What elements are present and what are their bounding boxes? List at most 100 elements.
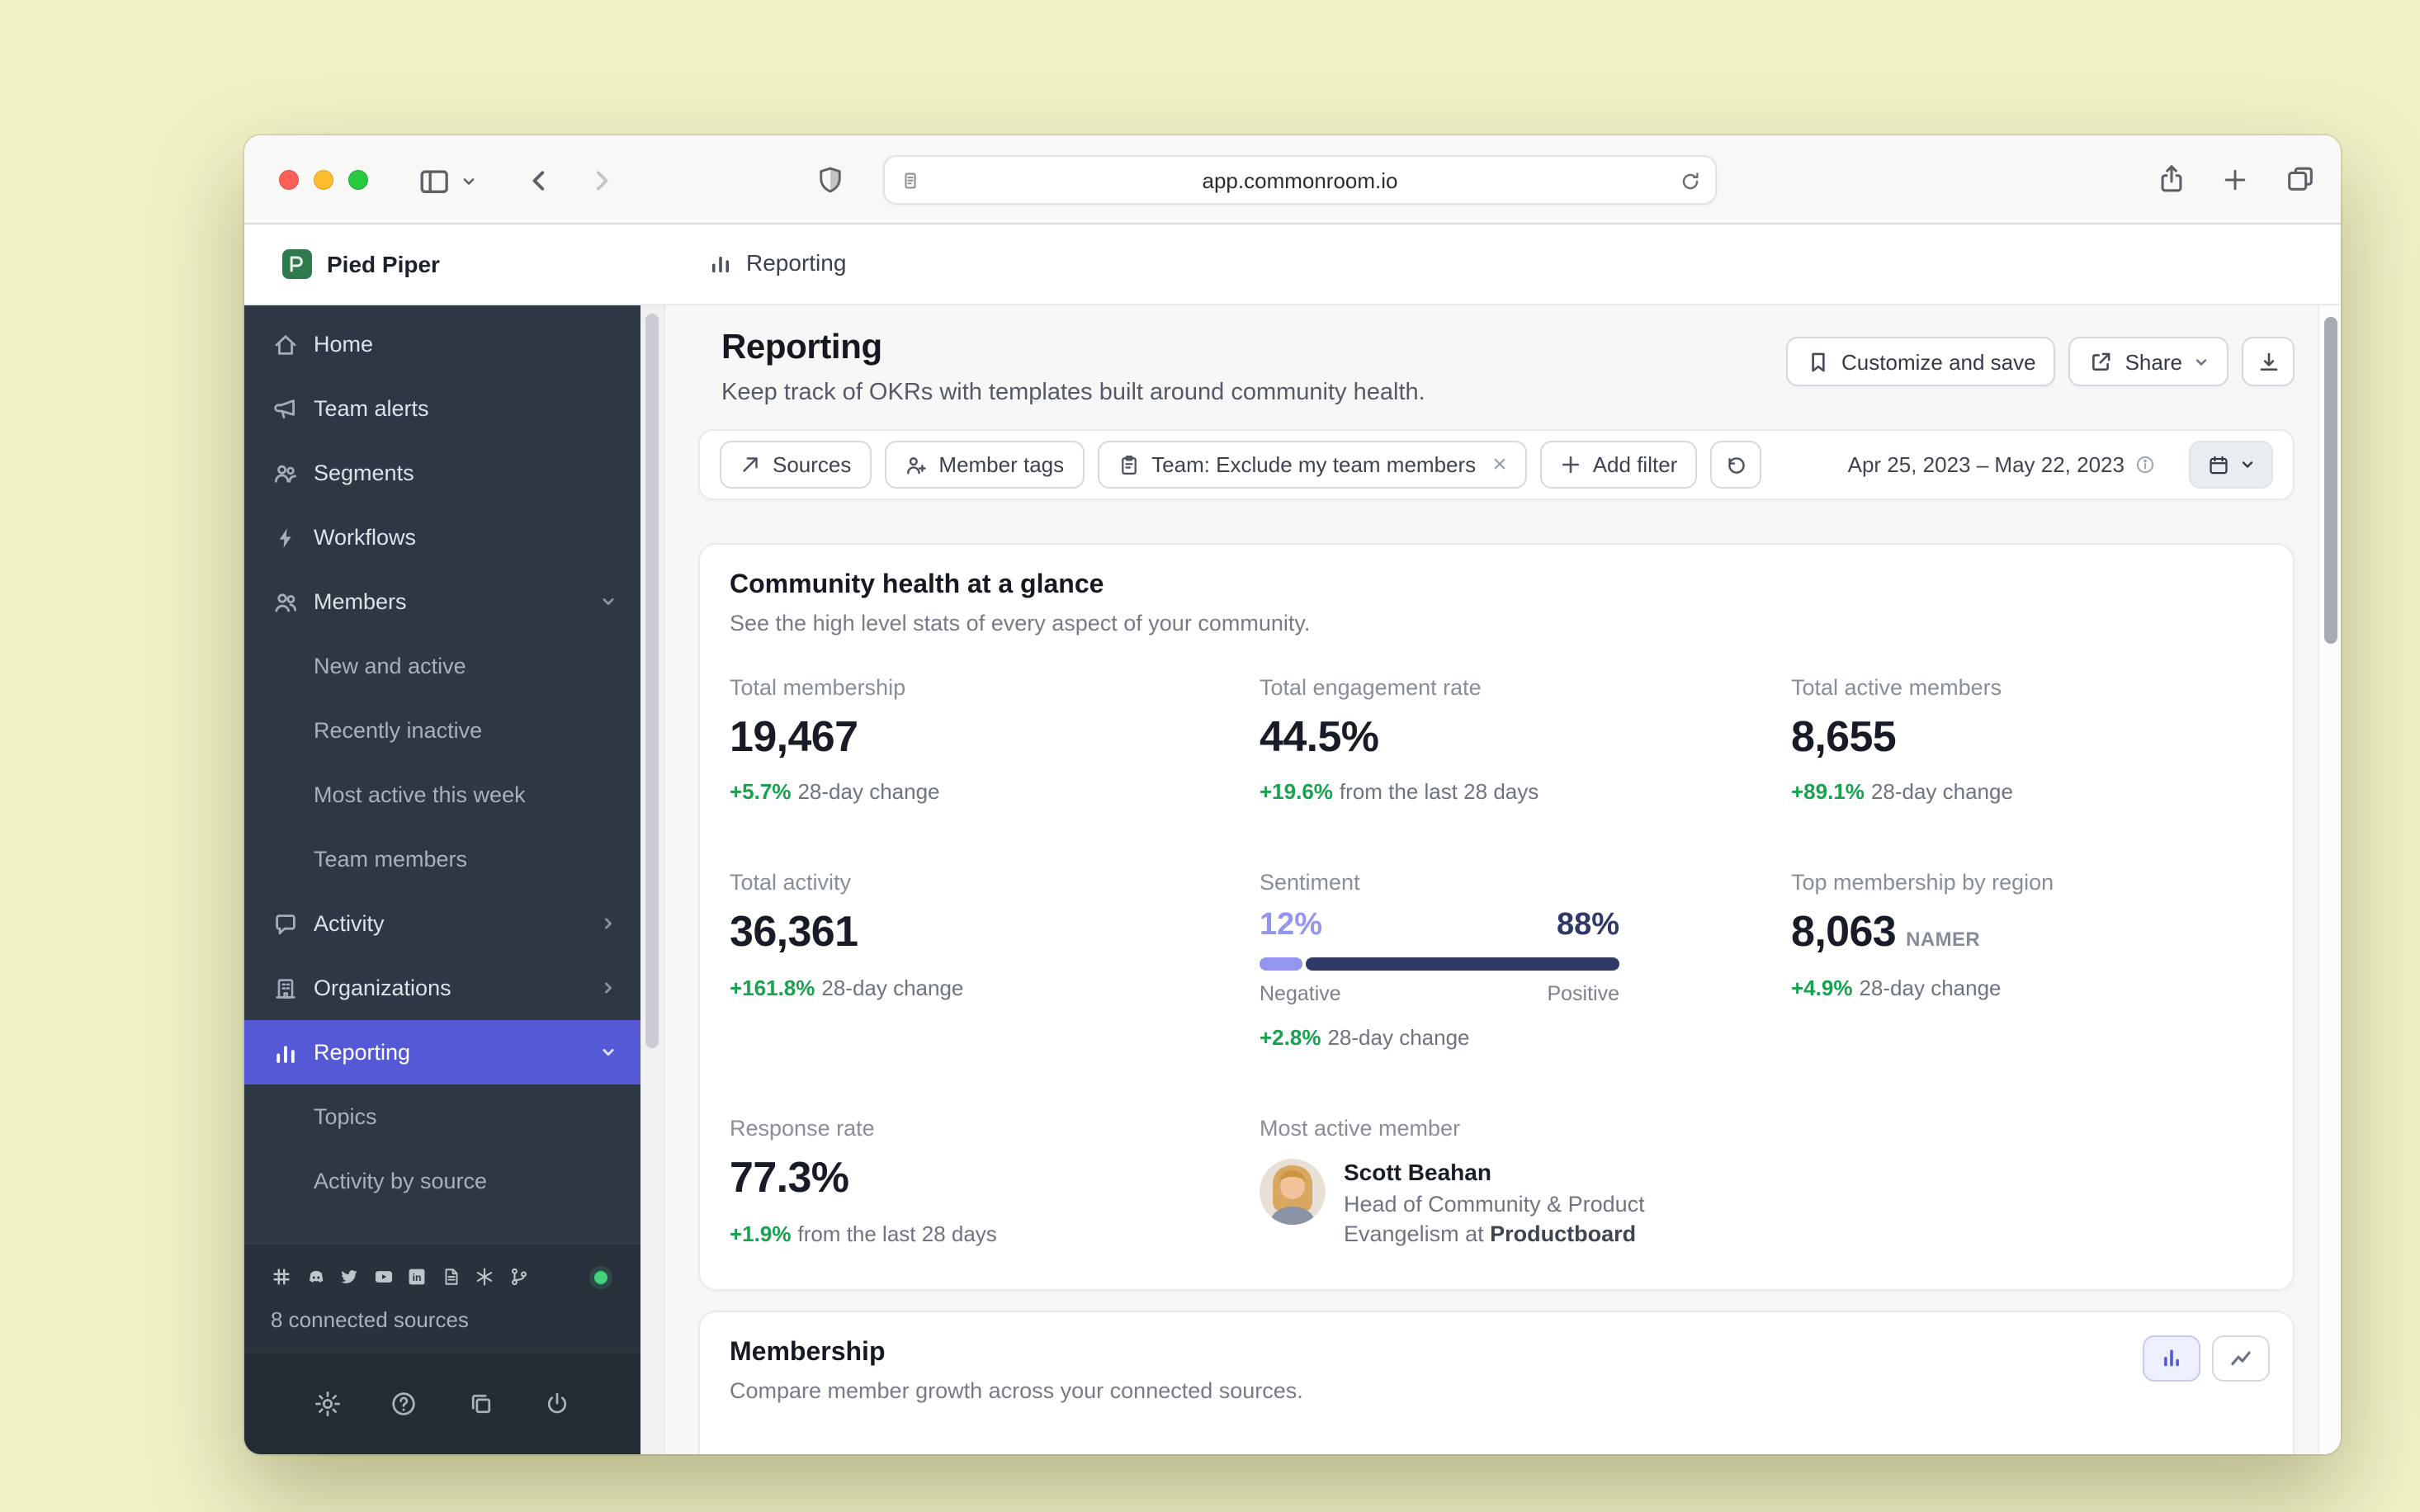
close-window-button[interactable] [279,170,299,190]
member-role-line1: Head of Community & Product [1344,1192,1645,1217]
member-tags-icon [906,456,926,474]
sidebar-item-most-active-this-week[interactable]: Most active this week [244,763,640,827]
url-text: app.commonroom.io [1202,168,1398,192]
source-discord-icon [309,1270,323,1283]
team-filter-chip[interactable]: Team: Exclude my team members × [1097,441,1527,489]
main-scrollbar-thumb[interactable] [2324,317,2337,644]
sidebar-item-members[interactable]: Members [244,569,640,634]
sidebar-item-label: Reporting [314,1040,411,1065]
window-controls [279,170,368,190]
line-chart-toggle-button[interactable] [2212,1335,2270,1382]
connected-sources-count: 8 connected sources [271,1307,469,1332]
member-company: Productboard [1490,1221,1637,1247]
sidebar-item-label: Recently inactive [314,718,483,743]
stat-delta-note: 28-day change [1327,1025,1470,1051]
stat-value: 77.3% [730,1152,849,1203]
chevron-down-icon [603,598,614,605]
card-subtitle: See the high level stats of every aspect… [730,611,1311,636]
address-bar[interactable]: app.commonroom.io [883,155,1717,205]
sidebar-item-recently-inactive[interactable]: Recently inactive [244,698,640,763]
sentiment-negative-label: Negative [1260,982,1341,1006]
date-range: Apr 25, 2023 – May 22, 2023 [1848,452,2156,477]
forward-button[interactable] [588,167,616,195]
sources-filter-button[interactable]: Sources [720,441,872,489]
sidebar-item-new-and-active[interactable]: New and active [244,634,640,698]
page-icon [900,170,921,191]
customize-and-save-button[interactable]: Customize and save [1785,337,2056,386]
gear-icon[interactable] [314,1390,342,1418]
workspace-name[interactable]: Pied Piper [327,251,440,277]
download-icon [2259,352,2277,370]
sidebar-item-topics[interactable]: Topics [244,1084,640,1149]
desktop: app.commonroom.io Pied Piper Reporting H… [0,0,2420,1512]
sidebar-menu-chevron-icon[interactable] [461,173,477,190]
sidebar-item-home[interactable]: Home [244,312,640,376]
clipboard-icon [1121,455,1136,474]
sidebar-item-workflows[interactable]: Workflows [244,505,640,569]
source-youtube-icon [374,1271,392,1283]
copy-icon[interactable] [466,1390,494,1418]
chevron-right-icon [605,982,612,994]
line-chart-icon [2231,1352,2251,1366]
privacy-shield-icon[interactable] [815,165,845,195]
reload-icon[interactable] [1679,170,1702,193]
stat-value: 19,467 [730,711,858,761]
help-icon[interactable] [390,1390,418,1418]
sentiment-positive-label: Positive [1547,982,1619,1006]
stat-delta-note: from the last 28 days [797,1221,997,1246]
share-icon[interactable] [2156,163,2187,195]
workspace-logo[interactable] [282,249,312,279]
membership-card: Membership Compare member growth across … [698,1310,2295,1454]
page-actions: Customize and save Share [1785,337,2295,386]
stat-delta-note: 28-day change [1870,779,2013,805]
sources-filter-label: Sources [773,452,852,477]
power-icon[interactable] [543,1390,571,1418]
minimize-window-button[interactable] [314,170,333,190]
sidebar-item-reporting[interactable]: Reporting [244,1020,640,1084]
calendar-picker-button[interactable] [2189,441,2273,489]
sidebar-item-label: Segments [314,461,414,485]
bookmark-icon [1811,352,1824,371]
sidebar: Home Team alerts Segments Workflows Memb… [244,305,640,1454]
stat-delta: +19.6% [1260,779,1333,805]
zoom-window-button[interactable] [348,170,368,190]
connected-sources-panel: in 8 connected sources [244,1243,640,1352]
bar-chart-toggle-button[interactable] [2143,1335,2200,1382]
date-range-label: Apr 25, 2023 – May 22, 2023 [1847,452,2125,477]
add-filter-button[interactable]: Add filter [1539,441,1698,489]
sidebar-item-organizations[interactable]: Organizations [244,956,640,1020]
stat-delta: +2.8% [1260,1025,1321,1051]
sidebar-item-activity-by-source[interactable]: Activity by source [244,1149,640,1213]
remove-filter-icon[interactable]: × [1492,452,1507,477]
share-button[interactable]: Share [2068,337,2229,386]
main-content: Reporting Keep track of OKRs with templa… [665,305,2318,1454]
download-button[interactable] [2242,337,2295,386]
chat-icon [276,914,295,934]
member-name[interactable]: Scott Beahan [1344,1160,1645,1186]
sidebar-item-team-members[interactable]: Team members [244,827,640,891]
info-icon[interactable] [2134,454,2156,475]
stat-total-membership: Total membership 19,467 +5.7% 28-day chan… [730,675,1260,805]
sidebar-item-activity[interactable]: Activity [244,891,640,956]
sidebar-item-segments[interactable]: Segments [244,441,640,505]
sidebar-toggle-icon[interactable] [418,165,449,196]
bar-chart-icon [277,1045,295,1062]
stat-label: Total active members [1791,675,2002,700]
new-tab-icon[interactable] [2222,167,2248,193]
sentiment-negative-percent: 12% [1260,908,1323,943]
sidebar-scrollbar-thumb[interactable] [645,314,659,1048]
sentiment-positive-percent: 88% [1556,908,1619,943]
tab-overview-icon[interactable] [2285,163,2316,195]
back-button[interactable] [525,167,553,195]
sidebar-item-team-alerts[interactable]: Team alerts [244,376,640,441]
stat-label: Response rate [730,1116,875,1141]
sidebar-scrollbar-track [640,305,665,1454]
browser-window: app.commonroom.io Pied Piper Reporting H… [244,135,2341,1454]
home-icon [275,334,296,354]
chevron-down-icon [2195,358,2207,365]
member-tags-filter-button[interactable]: Member tags [884,441,1085,489]
sentiment-bar-positive [1305,957,1619,971]
card-title: Membership [730,1338,886,1367]
chart-type-toggles [2143,1335,2270,1382]
reset-filters-button[interactable] [1710,441,1762,489]
